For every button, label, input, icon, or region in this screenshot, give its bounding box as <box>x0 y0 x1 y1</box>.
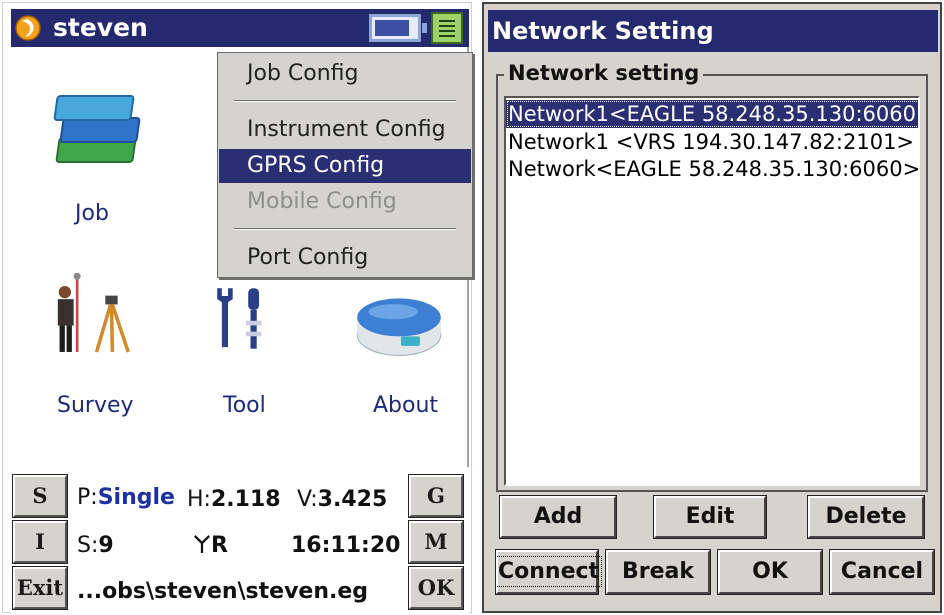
ok-button[interactable]: OK <box>408 566 464 610</box>
menu-item-instrument-config[interactable]: Instrument Config <box>219 113 471 147</box>
books-icon <box>47 87 147 177</box>
menu-item-gprs-config[interactable]: GPRS Config <box>219 149 471 183</box>
battery-icon[interactable] <box>369 14 427 42</box>
about-tile[interactable]: About <box>341 267 461 427</box>
menu-separator <box>234 100 456 102</box>
ok-dialog-button[interactable]: OK <box>717 549 823 595</box>
status-panel: S I Exit G M OK P:Single H:2.118 V:3.425… <box>11 471 469 613</box>
cancel-button[interactable]: Cancel <box>829 549 935 595</box>
app-logo-icon[interactable] <box>15 15 41 41</box>
delete-button[interactable]: Delete <box>807 495 925 539</box>
config-menu: Job Config Instrument Config GPRS Config… <box>217 52 473 278</box>
main-window: steven Job Survey Tool About Job Config … <box>2 2 473 613</box>
i-button[interactable]: I <box>12 520 68 564</box>
tool-label: Tool <box>223 393 266 418</box>
tool-tile[interactable]: Tool <box>191 267 301 427</box>
menu-item-job-config[interactable]: Job Config <box>219 57 471 91</box>
about-label: About <box>373 393 439 418</box>
job-tile[interactable]: Job <box>31 77 151 237</box>
add-button[interactable]: Add <box>499 495 617 539</box>
network-list-item[interactable]: Network<EAGLE 58.248.35.130:6060> <box>506 155 918 183</box>
survey-label: Survey <box>57 393 134 418</box>
network-list-item[interactable]: Network1<EAGLE 58.248.35.130:6060> <box>506 100 918 128</box>
g-button[interactable]: G <box>408 474 464 518</box>
menu-item-port-config[interactable]: Port Config <box>219 241 471 275</box>
horizontal-precision: H:2.118 <box>187 487 281 512</box>
network-setting-dialog: Network Setting Network setting Network1… <box>482 2 942 613</box>
job-file-path: ...obs\steven\steven.eg <box>77 579 369 604</box>
main-title-bar: steven <box>11 9 469 47</box>
surveyor-icon <box>57 272 130 353</box>
connect-button[interactable]: Connect <box>494 549 603 595</box>
position-mode: P:Single <box>77 485 175 510</box>
exit-button[interactable]: Exit <box>12 566 68 610</box>
antenna-icon <box>194 535 210 553</box>
radio-status: R <box>193 533 228 558</box>
network-list[interactable]: Network1<EAGLE 58.248.35.130:6060> Netwo… <box>504 96 920 486</box>
edit-button[interactable]: Edit <box>653 495 767 539</box>
vertical-precision: V:3.425 <box>297 487 388 512</box>
network-group-label: Network setting <box>504 61 704 85</box>
m-button[interactable]: M <box>408 520 464 564</box>
dialog-title: Network Setting <box>488 10 938 52</box>
job-label: Job <box>75 201 109 226</box>
s-button[interactable]: S <box>12 474 68 518</box>
satellite-count: S:9 <box>77 533 114 558</box>
gps-receiver-icon <box>356 298 442 356</box>
tools-icon <box>217 288 262 349</box>
memo-icon[interactable] <box>431 12 463 44</box>
menu-separator <box>234 228 456 230</box>
position-mode-value: Single <box>97 485 175 510</box>
menu-item-mobile-config: Mobile Config <box>247 189 397 214</box>
network-list-item[interactable]: Network1 <VRS 194.30.147.82:2101> <box>506 128 918 156</box>
survey-tile[interactable]: Survey <box>31 267 161 427</box>
main-title: steven <box>53 13 148 42</box>
clock: 16:11:20 <box>291 533 401 558</box>
break-button[interactable]: Break <box>605 549 711 595</box>
